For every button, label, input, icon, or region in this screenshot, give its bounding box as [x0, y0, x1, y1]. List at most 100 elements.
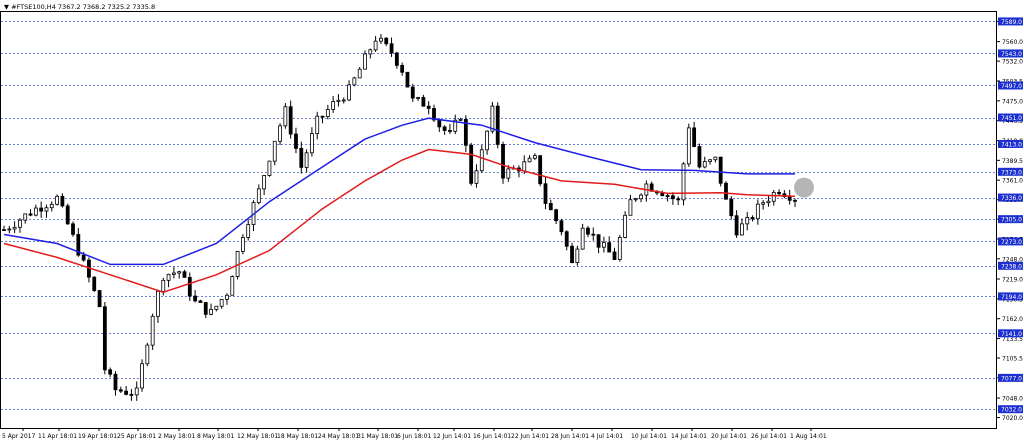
- y-tick-label: 7532.0: [1002, 59, 1023, 66]
- candle-body: [134, 387, 139, 396]
- candle-body: [554, 209, 559, 222]
- candle-body: [405, 71, 410, 88]
- candle-body: [697, 146, 702, 168]
- y-tick-label: 7020.0: [1002, 415, 1023, 422]
- candle-body: [140, 363, 144, 389]
- level-price-label: 7413.0: [1001, 141, 1022, 148]
- candle-body: [320, 115, 325, 118]
- candle-body: [336, 99, 341, 102]
- x-tick-label: 12 May 18:01: [237, 433, 278, 440]
- candle-body: [161, 279, 166, 292]
- x-tick-label: 20 Jul 14:01: [711, 433, 747, 440]
- y-tick-label: 7475.0: [1002, 98, 1023, 105]
- candle-body: [341, 99, 346, 102]
- candle-body: [633, 198, 638, 201]
- candle-body: [65, 205, 70, 225]
- candle-body: [501, 144, 505, 179]
- symbol-title: ▼ #FTSE100,H4 7367.2 7368.2 7325.2 7335.…: [4, 3, 155, 11]
- candle-body: [793, 199, 797, 202]
- candle-body: [325, 109, 330, 117]
- candle-body: [718, 156, 723, 184]
- candle-body: [240, 237, 245, 252]
- candle-body: [538, 155, 543, 185]
- candle-body: [612, 251, 617, 260]
- candle-body: [681, 163, 686, 201]
- candle-body: [18, 219, 22, 228]
- candle-body: [304, 152, 309, 168]
- candle-body: [294, 133, 298, 149]
- x-tick-label: 18 May 18:01: [277, 433, 318, 440]
- candle-body: [150, 315, 155, 346]
- candle-body: [352, 77, 357, 86]
- candle-body: [474, 170, 479, 184]
- candle-body: [686, 127, 691, 165]
- x-tick-label: 19 Apr 18:01: [78, 433, 117, 440]
- candle-body: [580, 227, 585, 250]
- candle-body: [2, 229, 6, 231]
- candle-body: [310, 133, 314, 154]
- candle-body: [559, 220, 564, 233]
- candle-body: [670, 195, 675, 200]
- candle-body: [171, 272, 176, 275]
- candle-body: [676, 198, 681, 201]
- candle-body: [177, 271, 182, 274]
- candle-body: [724, 182, 728, 200]
- candle-body: [118, 389, 123, 392]
- candle-body: [628, 199, 633, 216]
- candle-body: [145, 344, 150, 365]
- y-tick-label: 7219.0: [1002, 277, 1023, 284]
- candle-body: [702, 161, 707, 168]
- x-tick-label: 25 Apr 18:01: [117, 433, 156, 440]
- candle-body: [7, 228, 12, 231]
- candle-body: [357, 68, 362, 79]
- level-price-label: 7194.0: [1001, 294, 1022, 301]
- candle-body: [490, 105, 495, 132]
- level-price-label: 7141.0: [1001, 331, 1022, 338]
- candle-body: [410, 86, 415, 99]
- candle-body: [92, 276, 97, 291]
- candle-body: [28, 213, 33, 216]
- price-chart[interactable]: 7589.07560.07532.07503.57475.07446.57418…: [0, 0, 1024, 442]
- candle-body: [219, 298, 224, 307]
- candle-body: [187, 276, 192, 297]
- candle-body: [575, 248, 580, 264]
- candle-body: [601, 242, 606, 248]
- x-tick-label: 31 May 18:01: [357, 433, 398, 440]
- candle-body: [755, 203, 760, 220]
- x-tick-label: 6 Jun 18:01: [397, 433, 431, 440]
- x-tick-label: 22 Jun 14:01: [511, 433, 549, 440]
- candle-body: [363, 53, 367, 70]
- candle-body: [102, 306, 107, 371]
- x-tick-label: 26 Jul 14:01: [751, 433, 787, 440]
- candle-body: [203, 302, 208, 315]
- candle-body: [479, 149, 484, 172]
- candle-body: [193, 295, 198, 302]
- x-tick-label: 8 May 18:01: [197, 433, 235, 440]
- candle-body: [570, 245, 574, 264]
- level-price-label: 7238.0: [1001, 263, 1022, 270]
- candle-body: [442, 126, 447, 131]
- candle-body: [12, 226, 17, 230]
- candle-body: [44, 207, 49, 212]
- candle-body: [750, 217, 755, 220]
- candle-body: [198, 300, 203, 303]
- chart-root: ▼ #FTSE100,H4 7367.2 7368.2 7325.2 7335.…: [0, 0, 1024, 442]
- candle-body: [389, 43, 394, 54]
- candle-body: [506, 168, 511, 179]
- candle-body: [156, 290, 160, 317]
- candle-body: [729, 198, 734, 217]
- candle-body: [368, 49, 373, 55]
- y-tick-label: 7361.0: [1002, 178, 1023, 185]
- level-price-label: 7373.0: [1001, 169, 1022, 176]
- x-tick-label: 1 Aug 14:01: [790, 433, 827, 440]
- level-price-label: 7543.0: [1001, 51, 1022, 58]
- level-price-label: 7032.0: [1001, 407, 1022, 414]
- candle-body: [33, 207, 38, 216]
- candle-body: [55, 195, 59, 205]
- candle-body: [347, 84, 351, 101]
- x-tick-label: 14 Jul 14:01: [671, 433, 707, 440]
- x-tick-label: 4 Jul 14:01: [591, 433, 623, 440]
- candle-body: [288, 106, 293, 135]
- candle-body: [777, 191, 781, 195]
- x-tick-label: 5 Apr 2017: [2, 433, 35, 440]
